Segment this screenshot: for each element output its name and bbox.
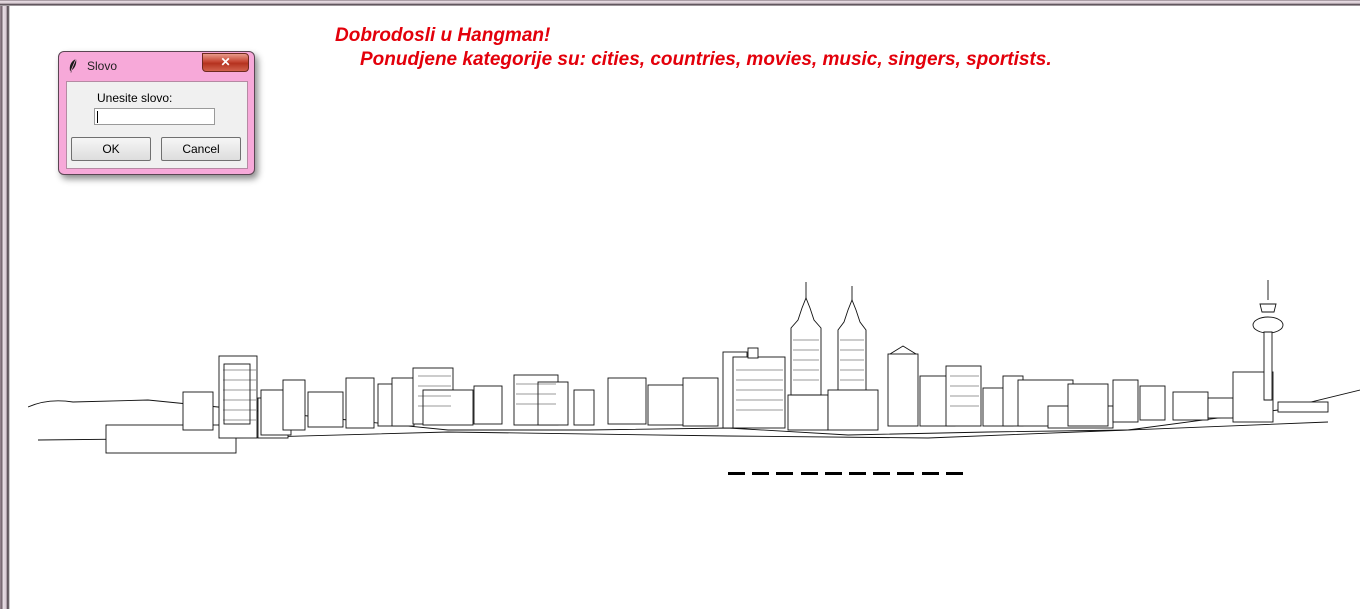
ok-button[interactable]: OK bbox=[71, 137, 151, 161]
text-caret bbox=[97, 111, 98, 123]
letter-slot bbox=[800, 472, 818, 475]
cancel-button[interactable]: Cancel bbox=[161, 137, 241, 161]
dialog-body: Unesite slovo: OK Cancel bbox=[66, 81, 248, 169]
close-button[interactable]: ✕ bbox=[202, 53, 249, 72]
letter-input[interactable] bbox=[94, 108, 215, 125]
city-skyline-sketch bbox=[28, 280, 1360, 454]
letter-slot bbox=[752, 472, 770, 475]
letter-slot bbox=[849, 472, 866, 475]
feather-icon bbox=[69, 58, 77, 74]
letter-slot bbox=[873, 472, 891, 475]
letter-slot bbox=[945, 472, 963, 475]
dialog-title: Slovo bbox=[87, 59, 118, 73]
categories-text: Ponudjene kategorije su: cities, countri… bbox=[360, 49, 1052, 70]
letter-slot bbox=[897, 472, 915, 475]
letter-slot bbox=[824, 472, 842, 475]
window-frame-top bbox=[0, 0, 1360, 6]
letter-slot bbox=[921, 472, 939, 475]
hidden-word-slots bbox=[728, 466, 978, 480]
letter-slot bbox=[728, 472, 745, 475]
letter-input-dialog: Slovo ✕ Unesite slovo: OK Cancel bbox=[58, 51, 255, 175]
dialog-titlebar[interactable]: Slovo ✕ bbox=[59, 52, 254, 78]
prompt-label: Unesite slovo: bbox=[97, 91, 173, 105]
window-frame-left bbox=[0, 0, 10, 609]
letter-slot bbox=[776, 472, 794, 475]
welcome-heading: Dobrodosli u Hangman! bbox=[335, 25, 551, 46]
